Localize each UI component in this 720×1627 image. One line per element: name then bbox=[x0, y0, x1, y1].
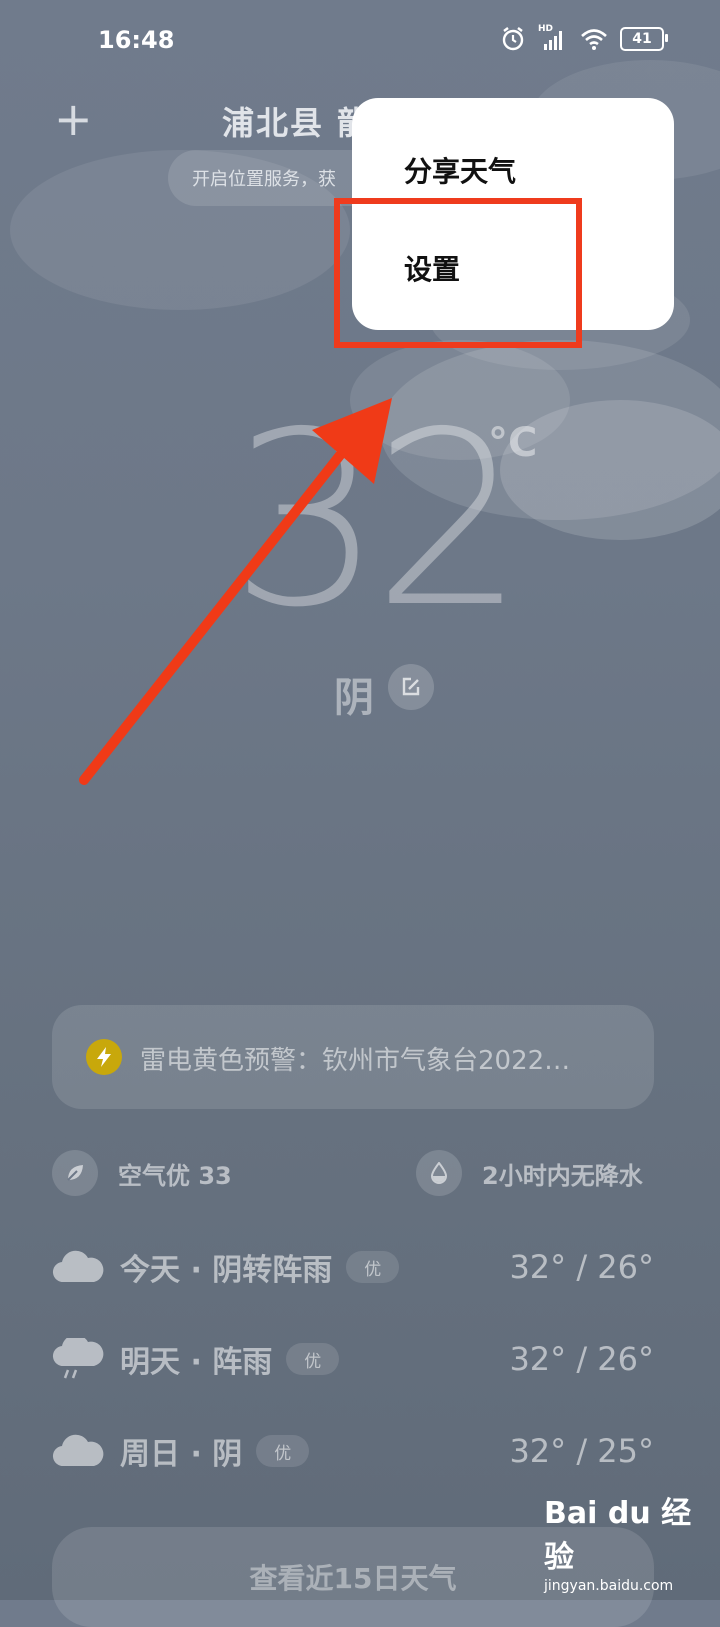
annotation-arrow bbox=[79, 398, 392, 785]
baidu-watermark: Bai du 经验 jingyan.baidu.com bbox=[544, 1488, 720, 1594]
watermark-url: jingyan.baidu.com bbox=[544, 1578, 674, 1594]
watermark-brand: Bai du 经验 bbox=[544, 1496, 692, 1575]
